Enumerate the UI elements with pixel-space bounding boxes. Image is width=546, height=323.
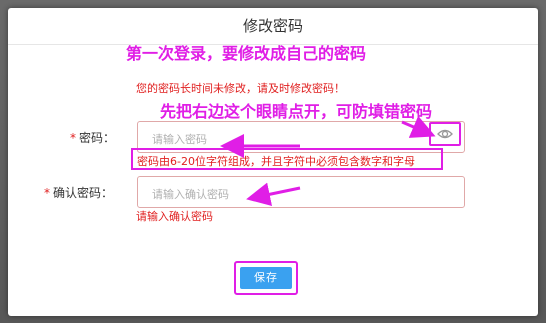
- arrow-to-eye: [401, 115, 436, 138]
- annotation-arrows: [220, 115, 436, 207]
- arrow-to-confirm: [246, 182, 301, 207]
